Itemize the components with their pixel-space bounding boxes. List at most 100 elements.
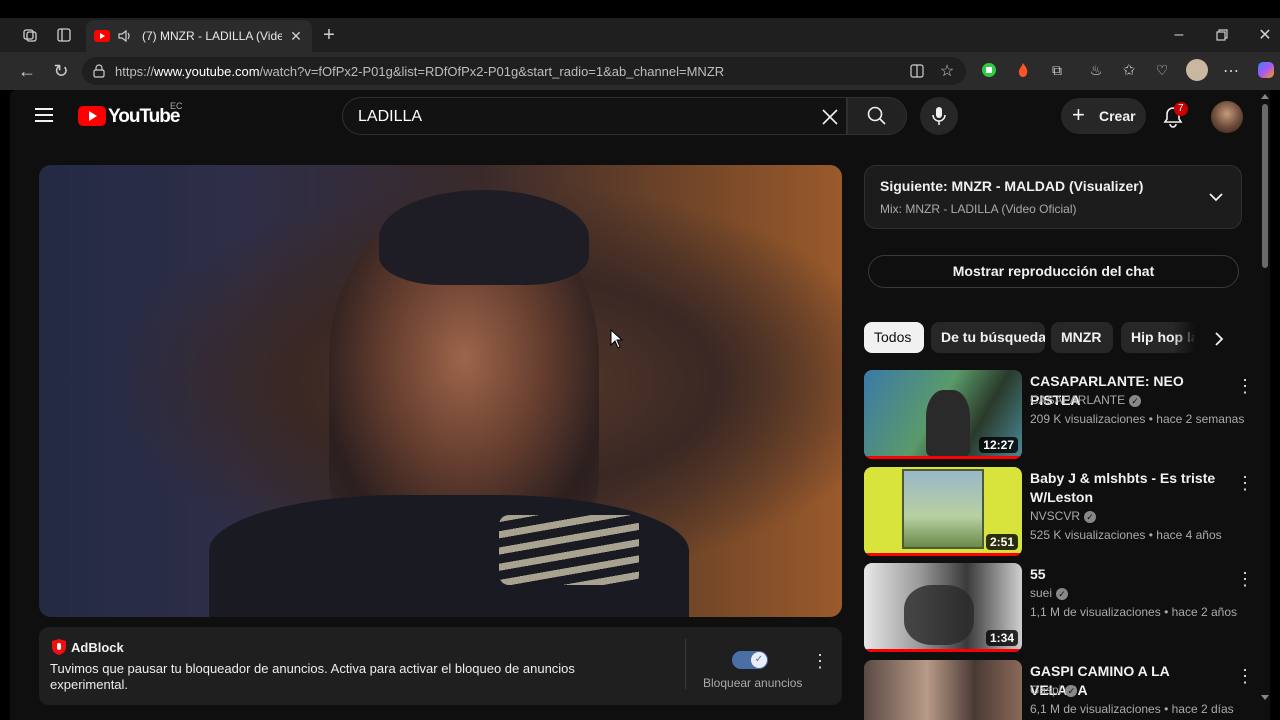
channel-name-text: suei — [1030, 586, 1053, 600]
more-actions-icon[interactable]: ⋮ — [1236, 376, 1254, 396]
block-ads-toggle[interactable]: ✓ — [732, 651, 768, 669]
recommendation-item[interactable]: 1:34 55 suei ✓ 1,1 M de visualizaciones •… — [864, 563, 1254, 653]
video-meta: 209 K visualizaciones • hace 2 semanas — [1030, 412, 1245, 426]
mouse-cursor-icon — [610, 329, 624, 349]
favorites-icon[interactable]: ✩ — [1120, 61, 1138, 79]
scrollbar[interactable] — [1260, 90, 1270, 720]
channel-name: suei ✓ — [1030, 586, 1069, 600]
favorite-star-icon[interactable]: ☆ — [938, 62, 956, 80]
health-icon[interactable]: ♡ — [1153, 61, 1171, 79]
channel-name-text: Gaspi — [1030, 683, 1062, 697]
video-duration: 1:34 — [985, 630, 1018, 646]
address-bar[interactable]: https://www.youtube.com/watch?v=fOfPx2-P… — [82, 57, 966, 85]
browser-tab-active[interactable]: (7) MNZR - LADILLA (Video Oficial) ✕ — [86, 20, 312, 52]
up-next-panel[interactable]: Siguiente: MNZR - MALDAD (Visualizer) Mi… — [864, 165, 1242, 229]
new-tab-icon[interactable]: + — [318, 24, 340, 46]
search-input-value: LADILLA — [358, 108, 423, 125]
profile-avatar-icon[interactable] — [1186, 59, 1208, 81]
url-text: https://www.youtube.com/watch?v=fOfPx2-P… — [115, 64, 725, 79]
more-actions-icon[interactable]: ⋮ — [1236, 569, 1254, 589]
extension-fire-icon[interactable] — [1014, 61, 1032, 79]
site-info-icon[interactable] — [91, 63, 107, 79]
video-meta: 6,1 M de visualizaciones • hace 2 días — [1030, 702, 1234, 716]
verified-icon: ✓ — [1065, 684, 1078, 697]
channel-name: Gaspi ✓ — [1030, 683, 1078, 697]
reader-mode-icon[interactable] — [908, 62, 926, 80]
up-next-title: Siguiente: MNZR - MALDAD (Visualizer) — [880, 178, 1144, 194]
browser-toolbar: ← ↻ https://www.youtube.com/watch?v=fOfP… — [0, 52, 1280, 90]
video-frame-cap — [379, 190, 589, 285]
watch-progress-bar — [864, 553, 1022, 556]
recommendation-item[interactable]: 12:27 CASAPARLANTE: NEO PISTEA CASAPARLA… — [864, 370, 1254, 460]
channel-name-text: CASAPARLANTE — [1030, 393, 1126, 407]
tab-title: (7) MNZR - LADILLA (Video Oficial) — [142, 29, 282, 43]
more-actions-icon[interactable]: ⋮ — [1236, 666, 1254, 686]
video-meta: 525 K visualizaciones • hace 4 años — [1030, 528, 1222, 542]
adblock-notice: AdBlock Tuvimos que pausar tu bloqueador… — [39, 627, 842, 705]
back-icon[interactable]: ← — [16, 60, 38, 82]
youtube-favicon-icon — [94, 29, 110, 43]
scrollbar-thumb[interactable] — [1262, 104, 1268, 268]
video-title: 55 — [1030, 566, 1046, 582]
extension-green-icon[interactable] — [980, 61, 998, 79]
create-button[interactable]: + Crear — [1061, 98, 1146, 134]
verified-icon: ✓ — [1056, 587, 1069, 600]
recommendation-item[interactable]: GASPI CAMINO A LA VELADA Gaspi ✓ 6,1 M de… — [864, 660, 1254, 720]
hamburger-menu-icon[interactable] — [34, 104, 56, 126]
youtube-logo-icon — [78, 106, 106, 126]
toggle-knob: ✓ — [751, 652, 767, 668]
chip-mnzr[interactable]: MNZR — [1051, 322, 1113, 353]
more-menu-icon[interactable]: ⋯ — [1220, 60, 1242, 82]
copilot-icon[interactable] — [1255, 59, 1277, 81]
browser-tab-bar: (7) MNZR - LADILLA (Video Oficial) ✕ + –… — [0, 18, 1280, 52]
chip-de-tu-busqueda[interactable]: De tu búsqueda — [931, 322, 1045, 353]
minimize-icon[interactable]: – — [1168, 24, 1190, 46]
youtube-logo[interactable]: YouTube EC — [78, 101, 188, 129]
show-chat-replay-button[interactable]: Mostrar reproducción del chat — [868, 255, 1239, 288]
video-title: Baby J & mlshbts - Es triste W/Leston — [1030, 470, 1216, 505]
account-avatar[interactable] — [1211, 101, 1243, 133]
close-tab-icon[interactable]: ✕ — [288, 28, 304, 44]
watch-progress-bar — [864, 456, 1022, 459]
plus-icon: + — [1072, 102, 1085, 127]
close-window-icon[interactable]: ✕ — [1254, 24, 1276, 46]
notifications-button[interactable]: 7 — [1160, 102, 1190, 132]
channel-name: NVSCVR ✓ — [1030, 509, 1097, 523]
video-meta: 1,1 M de visualizaciones • hace 2 años — [1030, 605, 1237, 619]
recommendation-item[interactable]: 2:51 Baby J & mlshbts - Es triste W/Lest… — [864, 467, 1254, 557]
restore-icon[interactable] — [1212, 26, 1232, 44]
video-thumbnail[interactable] — [864, 660, 1022, 720]
search-input[interactable]: LADILLA — [342, 97, 847, 135]
chevron-right-icon[interactable] — [1208, 328, 1230, 350]
adblock-logo-icon — [52, 639, 66, 655]
voice-search-button[interactable] — [920, 97, 958, 135]
scrollbar-up-arrow[interactable] — [1261, 94, 1269, 99]
video-player[interactable] — [39, 165, 842, 617]
thumbnail-figure — [926, 390, 970, 456]
video-thumbnail[interactable]: 12:27 — [864, 370, 1022, 459]
workspaces-icon[interactable] — [20, 26, 40, 44]
block-ads-label: Bloquear anuncios — [703, 676, 803, 690]
clear-search-icon[interactable] — [819, 106, 841, 128]
refresh-icon[interactable]: ↻ — [50, 60, 72, 82]
video-frame-stripes — [499, 515, 639, 585]
extensions-puzzle-icon[interactable]: ⧉ — [1048, 61, 1066, 79]
channel-name: CASAPARLANTE ✓ — [1030, 393, 1142, 407]
up-next-subtitle: Mix: MNZR - LADILLA (Video Oficial) — [880, 202, 1077, 216]
chevron-down-icon[interactable] — [1204, 186, 1228, 208]
chip-todos[interactable]: Todos — [864, 322, 924, 353]
chip-hip-hop-latino[interactable]: Hip hop latino — [1121, 322, 1196, 353]
microphone-icon — [932, 107, 946, 125]
adblock-more-icon[interactable]: ⋮ — [811, 651, 829, 671]
scrollbar-down-arrow[interactable] — [1261, 695, 1269, 700]
browser-essentials-icon[interactable]: ♨ — [1087, 61, 1105, 79]
tab-actions-icon[interactable] — [54, 26, 74, 44]
more-actions-icon[interactable]: ⋮ — [1236, 473, 1254, 493]
search-icon — [867, 106, 886, 125]
search-button[interactable] — [847, 97, 907, 135]
video-thumbnail[interactable]: 1:34 — [864, 563, 1022, 652]
speaker-icon[interactable] — [116, 28, 134, 44]
verified-icon: ✓ — [1129, 394, 1142, 407]
video-thumbnail[interactable]: 2:51 — [864, 467, 1022, 556]
youtube-logo-text: YouTube — [108, 106, 180, 127]
